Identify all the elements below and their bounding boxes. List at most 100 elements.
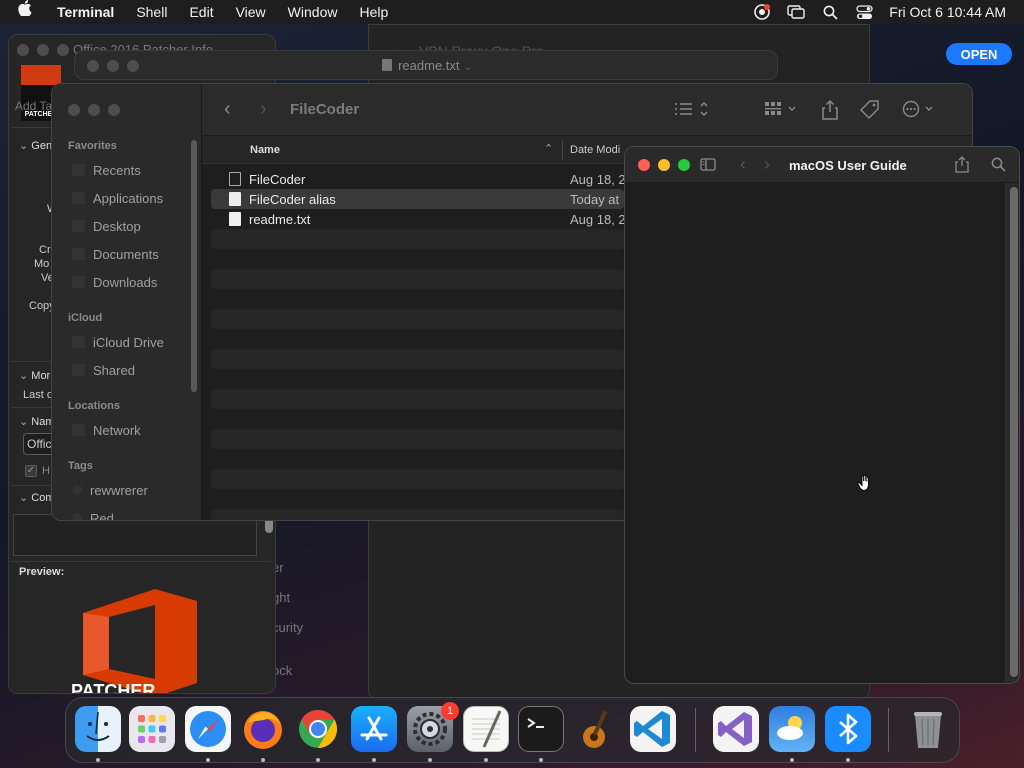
- dock-vscode-icon[interactable]: [630, 706, 676, 752]
- file-row-filecoder[interactable]: FileCoder Aug 18, 2: [211, 169, 626, 189]
- sidebar-item-recents[interactable]: Recents: [72, 159, 141, 181]
- dock-terminal-icon[interactable]: [518, 706, 564, 752]
- menu-edit[interactable]: Edit: [178, 0, 224, 24]
- tag-dot-icon: [72, 513, 82, 520]
- preview-section-header[interactable]: Preview:: [19, 566, 64, 578]
- sidebar-item-shared[interactable]: Shared: [72, 359, 135, 381]
- sidebar-item-desktop[interactable]: Desktop: [72, 215, 141, 237]
- comments-section-header[interactable]: Com: [19, 491, 54, 504]
- more-actions-icon[interactable]: [902, 100, 936, 122]
- finder-toolbar: ‹ › FileCoder: [202, 84, 972, 136]
- sidebar-item-downloads[interactable]: Downloads: [72, 271, 157, 293]
- dock-safari-icon[interactable]: [185, 706, 231, 752]
- minimize-button[interactable]: [658, 159, 670, 171]
- dock-textedit-icon[interactable]: [463, 706, 509, 752]
- dock-trash-icon[interactable]: [905, 706, 951, 752]
- sidebar-tag-rewwrerer[interactable]: rewwrerer: [72, 479, 148, 501]
- sidebar-tag-red[interactable]: Red: [72, 507, 114, 520]
- close-button[interactable]: [638, 159, 650, 171]
- running-indicator: [261, 758, 265, 762]
- apple-menu-icon[interactable]: [0, 0, 46, 24]
- minimize-button[interactable]: [88, 104, 100, 116]
- menubar-clock[interactable]: Fri Oct 6 10:44 AM: [881, 4, 1024, 20]
- name-column-header[interactable]: Name: [250, 144, 280, 156]
- running-indicator: [539, 758, 543, 762]
- menu-shell[interactable]: Shell: [125, 0, 178, 24]
- back-chevron-icon[interactable]: ‹: [740, 154, 746, 175]
- file-name: FileCoder: [249, 171, 306, 187]
- file-row-filecoder-alias[interactable]: FileCoder alias Today at: [211, 189, 624, 209]
- dock-visual-studio-icon[interactable]: [713, 706, 759, 752]
- forward-chevron-icon[interactable]: ›: [764, 154, 770, 175]
- favorites-header: Favorites: [68, 140, 117, 152]
- control-center-icon[interactable]: [847, 0, 881, 24]
- file-row-readme[interactable]: readme.txt Aug 18, 2: [211, 209, 626, 229]
- dock-system-settings-icon[interactable]: 1: [407, 702, 459, 752]
- scrollbar[interactable]: [1005, 183, 1019, 683]
- guide-window-title: macOS User Guide: [789, 158, 907, 173]
- dock-app-store-icon[interactable]: [351, 706, 397, 752]
- zoom-button[interactable]: [678, 159, 690, 171]
- vpn-sidebar-item[interactable]: curity: [272, 620, 303, 635]
- hide-extension-checkbox[interactable]: ✓: [25, 465, 37, 477]
- dock-garageband-icon[interactable]: [574, 706, 620, 752]
- search-icon[interactable]: [991, 157, 1006, 175]
- menu-window[interactable]: Window: [277, 0, 349, 24]
- running-indicator: [316, 758, 320, 762]
- menu-app-terminal[interactable]: Terminal: [46, 0, 125, 24]
- notification-badge: 1: [441, 702, 459, 720]
- zoom-button[interactable]: [108, 104, 120, 116]
- forward-chevron-icon[interactable]: ›: [260, 98, 267, 121]
- locations-header: Locations: [68, 400, 120, 412]
- add-tags-field[interactable]: Add Ta: [15, 99, 52, 113]
- tag-dot-icon: [72, 485, 82, 495]
- close-button[interactable]: [68, 104, 80, 116]
- empty-row: [211, 309, 624, 329]
- sidebar-scrollbar[interactable]: [191, 140, 197, 392]
- open-button[interactable]: OPEN: [946, 43, 1012, 65]
- dock-launchpad-icon[interactable]: [129, 706, 175, 752]
- dock-firefox-icon[interactable]: [240, 706, 286, 752]
- menu-help[interactable]: Help: [348, 0, 399, 24]
- dock-separator: [888, 708, 889, 752]
- sidebar-toggle-icon[interactable]: [700, 158, 716, 174]
- dock-chrome-icon[interactable]: [295, 706, 341, 752]
- date-modified-column-header[interactable]: Date Modi: [570, 144, 620, 156]
- scrollbar-thumb[interactable]: [1010, 187, 1018, 677]
- spotlight-search-icon[interactable]: [813, 0, 847, 24]
- dock-weather-icon[interactable]: [769, 706, 815, 752]
- office-logo-text: PATCHER: [71, 681, 155, 694]
- general-section-header[interactable]: Gen: [19, 139, 52, 152]
- file-date: Aug 18, 2: [570, 211, 626, 227]
- window-controls: [638, 159, 690, 171]
- empty-row: [211, 469, 624, 489]
- menu-view[interactable]: View: [225, 0, 277, 24]
- text-file-icon: [229, 212, 241, 226]
- sidebar-item-applications[interactable]: Applications: [72, 187, 163, 209]
- sort-ascending-icon[interactable]: ⌃: [544, 142, 553, 155]
- file-date: Today at: [570, 191, 620, 207]
- vpn-status-icon[interactable]: [745, 0, 779, 24]
- back-chevron-icon[interactable]: ‹: [224, 98, 231, 121]
- dock-bluetooth-icon[interactable]: [825, 706, 871, 752]
- more-info-section-header[interactable]: Mor: [19, 369, 50, 382]
- name-extension-section-header[interactable]: Nam: [19, 415, 54, 428]
- guide-toolbar: ‹ › macOS User Guide: [625, 147, 1019, 183]
- sidebar-item-network[interactable]: Network: [72, 419, 141, 441]
- sidebar-item-documents[interactable]: Documents: [72, 243, 159, 265]
- dock: 1: [65, 697, 960, 763]
- sidebar-item-icloud-drive[interactable]: iCloud Drive: [72, 331, 164, 353]
- screen-mirroring-icon[interactable]: [779, 0, 813, 24]
- download-icon: [72, 276, 85, 288]
- empty-row: [211, 389, 624, 409]
- tag-icon[interactable]: [859, 100, 880, 124]
- dock-separator: [695, 708, 696, 752]
- list-view-icon[interactable]: [674, 100, 710, 122]
- dock-finder-icon[interactable]: [75, 706, 121, 752]
- divider: [562, 140, 563, 160]
- guide-content-area[interactable]: [625, 183, 1005, 683]
- menu-bar: Terminal Shell Edit View Window Help Fri…: [0, 0, 1024, 24]
- group-by-icon[interactable]: [764, 100, 800, 122]
- share-icon[interactable]: [822, 99, 838, 124]
- share-icon[interactable]: [955, 156, 969, 176]
